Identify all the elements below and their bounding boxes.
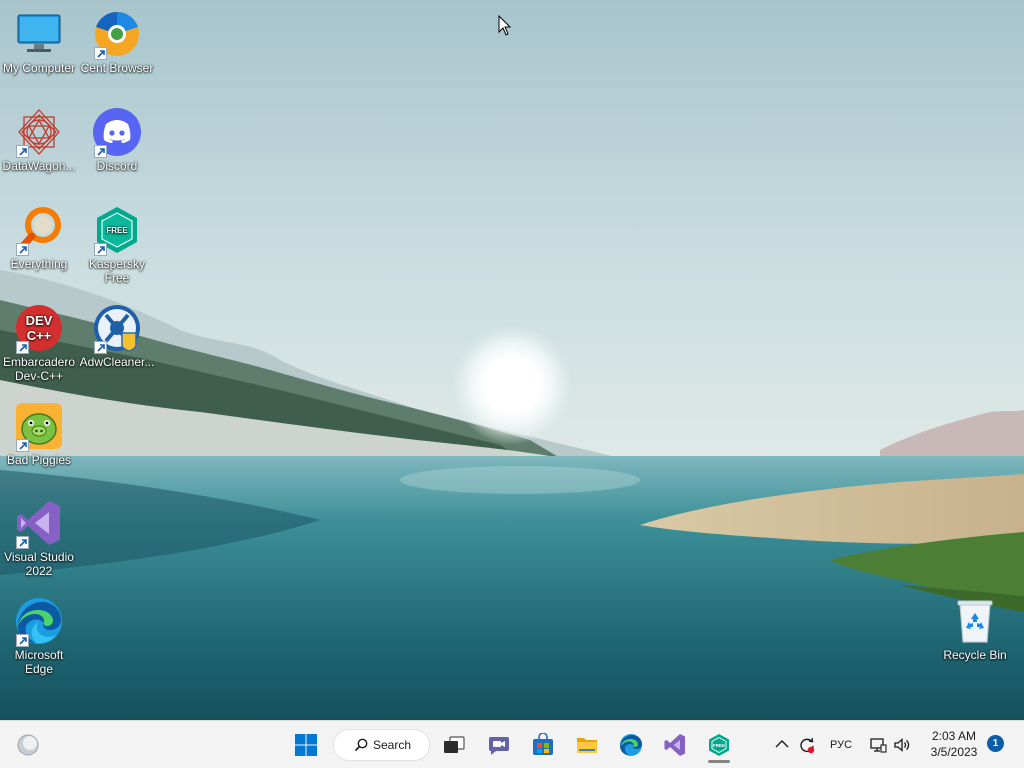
shortcut-arrow-icon xyxy=(94,341,107,354)
kaspersky-icon: FREE xyxy=(91,204,143,256)
desktop-icon-recycle-bin[interactable]: Recycle Bin xyxy=(936,595,1014,662)
datawagon-icon xyxy=(13,106,65,158)
shortcut-arrow-icon xyxy=(16,634,29,647)
cent-browser-icon xyxy=(91,8,143,60)
clock[interactable]: 2:03 AM 3/5/2023 xyxy=(920,728,988,760)
desktop-icon-label: Microsoft Edge xyxy=(14,648,64,676)
shortcut-arrow-icon xyxy=(94,47,107,60)
bad-piggies-icon xyxy=(13,400,65,452)
notification-center-badge[interactable]: 1 xyxy=(987,735,1004,752)
desktop-icon-visual-studio[interactable]: Visual Studio 2022 xyxy=(0,497,78,578)
desktop-icon-label: Embarcadero Dev-C++ xyxy=(2,355,76,383)
network-button[interactable] xyxy=(866,727,890,763)
shortcut-arrow-icon xyxy=(16,243,29,256)
svg-text:FREE: FREE xyxy=(713,743,725,748)
svg-text:DEV: DEV xyxy=(26,313,53,328)
desktop-icon-label: Cent Browser xyxy=(80,61,154,75)
desktop-icon-devcpp[interactable]: DEV C++ Embarcadero Dev-C++ xyxy=(0,302,78,383)
taskbar-search-box[interactable]: Search xyxy=(333,729,430,761)
edge-taskbar-button[interactable] xyxy=(613,727,649,763)
chat-icon xyxy=(489,737,509,755)
widgets-button[interactable] xyxy=(10,727,46,763)
desktop-icon-label: Recycle Bin xyxy=(943,648,1007,662)
clock-date: 3/5/2023 xyxy=(930,745,978,759)
chat-button[interactable] xyxy=(481,727,517,763)
store-icon xyxy=(533,733,553,755)
start-button[interactable] xyxy=(288,727,324,763)
desktop-icon-label: Bad Piggies xyxy=(6,453,72,467)
chevron-up-icon xyxy=(775,740,789,748)
shortcut-arrow-icon xyxy=(16,341,29,354)
adwcleaner-icon xyxy=(91,302,143,354)
visual-studio-taskbar-button[interactable] xyxy=(657,727,693,763)
file-explorer-button[interactable] xyxy=(569,727,605,763)
shortcut-arrow-icon xyxy=(16,145,29,158)
clock-time: 2:03 AM xyxy=(931,729,977,743)
desktop-icon-label: DataWagon... xyxy=(2,159,76,173)
visual-studio-icon xyxy=(13,497,65,549)
running-indicator xyxy=(708,760,730,763)
desktop-icon-adwcleaner[interactable]: AdwCleaner... xyxy=(78,302,156,369)
update-tray-button[interactable] xyxy=(794,727,820,763)
desktop-icon-kaspersky[interactable]: FREE Kaspersky Free xyxy=(78,204,156,285)
taskbar: Search FREE РУС 2:03 AM 3/5/2023 xyxy=(0,720,1024,768)
desktop-icon-label: My Computer xyxy=(2,61,76,75)
shortcut-arrow-icon xyxy=(94,145,107,158)
mouse-cursor-icon xyxy=(498,14,512,37)
network-icon xyxy=(870,738,887,753)
show-hidden-icons-button[interactable] xyxy=(770,727,794,763)
sync-alert-icon xyxy=(800,737,815,754)
start-icon xyxy=(295,734,317,756)
desktop-icon-datawagon[interactable]: DataWagon... xyxy=(0,106,78,173)
shortcut-arrow-icon xyxy=(94,243,107,256)
kaspersky-icon: FREE xyxy=(709,734,729,756)
kaspersky-taskbar-button[interactable]: FREE xyxy=(701,727,737,763)
desktop-icon-label: Visual Studio 2022 xyxy=(4,550,74,578)
desktop-icon-label: Discord xyxy=(96,159,138,173)
visual-studio-icon xyxy=(664,734,685,756)
shortcut-arrow-icon xyxy=(16,439,29,452)
desktop-icon-cent-browser[interactable]: Cent Browser xyxy=(78,8,156,75)
desktop-icon-label: AdwCleaner... xyxy=(79,355,155,369)
desktop-icon-edge[interactable]: Microsoft Edge xyxy=(0,595,78,676)
task-view-icon xyxy=(444,736,465,753)
desktop-icon-my-computer[interactable]: My Computer xyxy=(0,8,78,75)
desktop-icon-bad-piggies[interactable]: Bad Piggies xyxy=(0,400,78,467)
edge-icon xyxy=(620,734,642,756)
devcpp-icon: DEV C++ xyxy=(13,302,65,354)
svg-text:C++: C++ xyxy=(27,328,52,343)
computer-icon xyxy=(13,8,65,60)
desktop-icon-everything[interactable]: Everything xyxy=(0,204,78,271)
edge-icon xyxy=(13,595,65,647)
desktop-icon-label: Kaspersky Free xyxy=(88,257,146,285)
svg-text:FREE: FREE xyxy=(106,226,128,235)
language-indicator[interactable]: РУС xyxy=(824,735,858,755)
task-view-button[interactable] xyxy=(436,727,472,763)
widgets-icon xyxy=(17,734,39,756)
desktop-icon-discord[interactable]: Discord xyxy=(78,106,156,173)
speaker-icon xyxy=(894,738,910,752)
recycle-bin-icon xyxy=(949,595,1001,647)
shortcut-arrow-icon xyxy=(16,536,29,549)
microsoft-store-button[interactable] xyxy=(525,727,561,763)
search-icon xyxy=(354,738,368,752)
discord-icon xyxy=(91,106,143,158)
everything-search-icon xyxy=(13,204,65,256)
desktop-icon-label: Everything xyxy=(10,257,68,271)
volume-button[interactable] xyxy=(890,727,914,763)
search-label: Search xyxy=(373,738,412,752)
file-explorer-icon xyxy=(577,738,597,753)
